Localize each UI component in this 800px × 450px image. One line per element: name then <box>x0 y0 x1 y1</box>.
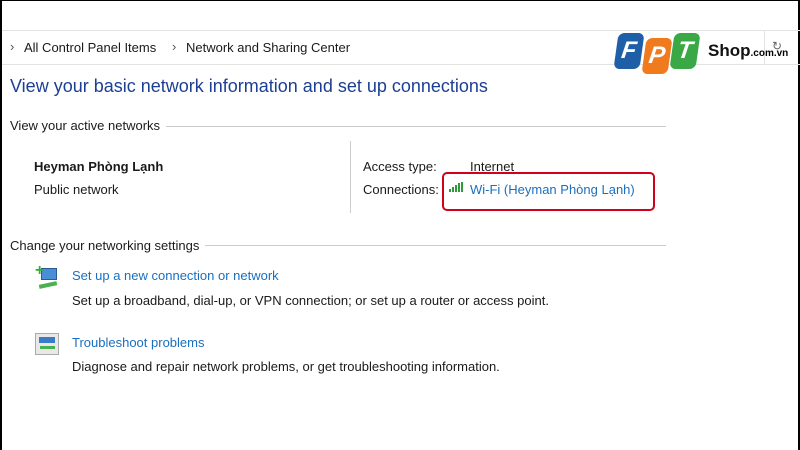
wifi-connection-link[interactable]: Wi-Fi (Heyman Phòng Lạnh) <box>470 182 635 197</box>
troubleshoot-icon <box>35 333 59 355</box>
access-type-label: Access type: <box>363 159 437 174</box>
section-heading: View your active networks <box>10 118 167 133</box>
logo-domain: .com.vn <box>750 48 789 59</box>
connections-label: Connections: <box>363 182 439 197</box>
logo-letter: T <box>669 33 701 69</box>
troubleshoot-desc: Diagnose and repair network problems, or… <box>72 359 500 374</box>
breadcrumb-all-control-panel[interactable]: All Control Panel Items <box>24 40 156 55</box>
troubleshoot-link[interactable]: Troubleshoot problems <box>72 335 204 350</box>
network-name: Heyman Phòng Lạnh <box>34 159 164 174</box>
divider <box>350 141 351 213</box>
chevron-right-icon: › <box>172 39 177 54</box>
page-title: View your basic network information and … <box>10 76 488 96</box>
logo-text: Shop <box>708 41 751 60</box>
wifi-signal-icon <box>449 182 463 192</box>
network-type[interactable]: Public network <box>34 182 119 197</box>
logo-letter: P <box>641 38 673 74</box>
section-heading: Change your networking settings <box>10 238 206 253</box>
new-connection-icon: + <box>35 263 59 290</box>
breadcrumb-network-sharing[interactable]: Network and Sharing Center <box>186 40 350 55</box>
setup-connection-link[interactable]: Set up a new connection or network <box>72 268 279 283</box>
fpt-shop-logo: F P T Shop .com.vn <box>613 29 789 74</box>
setup-connection-desc: Set up a broadband, dial-up, or VPN conn… <box>72 293 549 308</box>
chevron-right-icon: › <box>10 39 15 54</box>
logo-letter: F <box>613 33 645 69</box>
